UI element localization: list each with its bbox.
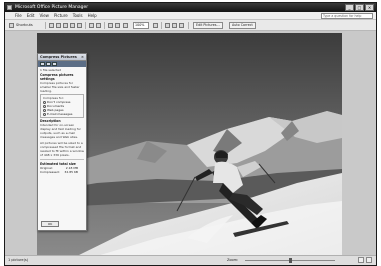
panel-title-text: Compress Pictures [40,55,77,59]
minimize-button[interactable]: _ [345,4,354,11]
compressed-size-label: Compressed: [40,170,60,174]
view-mode-icon[interactable] [358,257,364,263]
thumbnail-view-icon[interactable] [165,23,170,28]
single-view-icon[interactable] [179,23,184,28]
menu-tools[interactable]: Tools [73,13,83,19]
panel-divider [40,159,84,160]
shortcuts-icon[interactable] [9,23,14,28]
toolbar-divider [85,22,86,29]
compressed-size-value: 32.85 KB [64,170,78,174]
rotate-left-icon[interactable] [108,23,113,28]
back-icon[interactable] [40,62,45,66]
zoom-label: Zoom: [227,258,239,262]
forward-icon[interactable] [46,62,51,66]
toolbar-divider [104,22,105,29]
menu-file[interactable]: File [15,13,22,19]
compress-pictures-panel: Compress Pictures × 1 file selected Comp… [37,53,87,231]
toolbar: Shortcuts 100% Edit Pictures... Auto Cor… [5,20,376,31]
panel-title: Compress Pictures × [38,54,86,61]
radio-icon[interactable] [43,100,46,104]
description-text-2: All pictures will be sized to a compress… [40,141,84,157]
description-text-1: Intended for on-screen display and fast … [40,123,81,139]
paste-icon[interactable] [77,23,82,28]
option-label: E-mail messages [47,112,73,116]
size-summary: Original: 2.18 MB Compressed: 32.85 KB [40,166,84,174]
picture-count: 1 picture(s) [8,258,29,262]
window-title: Microsoft Office Picture Manager [15,5,89,10]
undo-icon[interactable] [96,23,101,28]
title-bar: Microsoft Office Picture Manager _ □ × [5,3,376,12]
delete-icon[interactable] [89,23,94,28]
home-icon[interactable] [52,62,57,66]
zoom-select[interactable]: 100% [133,22,149,29]
maximize-button[interactable]: □ [355,4,364,11]
app-logo-icon [7,5,12,10]
panel-close-icon[interactable]: × [80,55,85,60]
filmstrip-view-icon[interactable] [172,23,177,28]
open-icon[interactable] [49,23,54,28]
export-icon[interactable] [63,23,68,28]
selection-count: 1 file selected [40,68,62,72]
shortcuts-button[interactable]: Shortcuts [16,22,33,29]
option-email-messages[interactable]: E-mail messages [43,112,81,116]
settings-description: Compress pictures for smaller file size … [40,81,80,93]
fit-icon[interactable] [123,23,128,28]
radio-icon[interactable] [43,104,46,108]
app-window: Microsoft Office Picture Manager _ □ × F… [4,2,377,266]
menu-help[interactable]: Help [88,13,97,19]
toolbar-divider [161,22,162,29]
compress-for-group: Compress for: Don't compress Documents W… [40,94,84,118]
close-button[interactable]: × [365,4,374,11]
toolbar-divider [188,22,189,29]
radio-icon[interactable] [43,108,46,112]
fit-window-icon[interactable] [366,257,372,263]
menu-view[interactable]: View [39,13,49,19]
toolbar-divider [45,22,46,29]
help-search-input[interactable]: Type a question for help [321,13,373,19]
save-icon[interactable] [56,23,61,28]
radio-selected-icon[interactable] [43,112,46,116]
menu-bar: File Edit View Picture Tools Help Type a… [5,12,376,20]
rotate-right-icon[interactable] [115,23,120,28]
status-bar: 1 picture(s) Zoom: [5,255,376,265]
copy-icon[interactable] [70,23,75,28]
menu-picture[interactable]: Picture [54,13,68,19]
ok-button[interactable]: OK [41,221,59,227]
auto-correct-button[interactable]: Auto Correct [229,22,256,29]
zoom-in-icon[interactable] [153,23,158,28]
edit-pictures-button[interactable]: Edit Pictures... [193,22,223,29]
menu-edit[interactable]: Edit [27,13,35,19]
settings-heading: Compress pictures settings [40,73,74,81]
zoom-slider-handle[interactable] [289,258,292,263]
